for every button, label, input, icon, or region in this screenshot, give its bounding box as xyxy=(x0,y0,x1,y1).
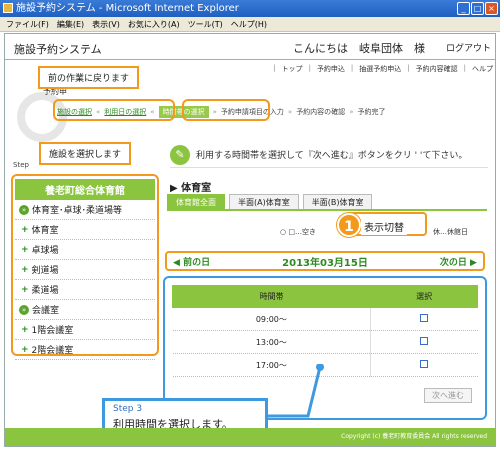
arrow-icon: » xyxy=(287,108,293,116)
time-cell: 13:00～ xyxy=(172,330,371,354)
callout-current-step-highlight xyxy=(182,99,270,121)
minimize-icon[interactable]: _ xyxy=(457,2,470,15)
menu-view[interactable]: 表示(V) xyxy=(92,17,120,31)
checkbox-icon[interactable] xyxy=(420,360,429,368)
plus-icon: + xyxy=(21,344,29,355)
sidebar-item-meeting-1f[interactable]: + 1階会議室 xyxy=(15,320,155,340)
greeting: こんにちは 岐阜団体 様 xyxy=(293,42,425,55)
window-titlebar: 施設予約システム - Microsoft Internet Explorer _… xyxy=(0,0,500,17)
legend-available: ○ □…空き xyxy=(280,228,316,236)
top-nav: | トップ | 予約申込 | 抽選予約申込 | 予約内容確認 | ヘルプ xyxy=(273,64,493,74)
tab-full[interactable]: 体育館全面 xyxy=(167,194,225,210)
col-select: 選択 xyxy=(370,285,478,308)
window-title: 施設予約システム - Microsoft Internet Explorer xyxy=(16,3,239,14)
callout-select-facility: 施設を選択します xyxy=(39,142,132,165)
tab-underline xyxy=(167,209,487,211)
sidebar-group-gym[interactable]: » 体育室･卓球･柔道場等 xyxy=(15,200,155,220)
prev-day-link[interactable]: ◀ 前の日 xyxy=(173,255,210,268)
sidebar-item-meeting-2f[interactable]: + 2階会議室 xyxy=(15,340,155,360)
instruction-text: 利用する時間帯を選択して『次へ進む』ボタンをクリ ' 'て下さい。 xyxy=(196,151,468,161)
site-header: 施設予約システム こんにちは 岐阜団体 様 ログアウト xyxy=(5,34,495,60)
step3-label: Step 3 xyxy=(113,404,143,414)
callout-pointer-icon xyxy=(268,364,324,418)
sidebar-item-judo[interactable]: + 柔道場 xyxy=(15,280,155,300)
tab-half-a[interactable]: 半面(A)体育室 xyxy=(229,194,299,210)
select-cell xyxy=(370,353,478,377)
pencil-icon: ✎ xyxy=(170,144,190,165)
day-navigation: ◀ 前の日 2013年03月15日 次の日 ▶ xyxy=(165,251,485,271)
footer-copyright: Copyright (c) 養老町教育委員会 All rights reserv… xyxy=(5,428,495,446)
instruction-bar: ✎ 利用する時間帯を選択して『次へ進む』ボタンをクリ ' 'て下さい。 xyxy=(170,142,488,168)
plus-icon: + xyxy=(21,244,29,255)
table-row: 13:00～ xyxy=(172,330,478,354)
step-complete: 予約完了 xyxy=(357,108,386,116)
nav-lottery[interactable]: 抽選予約申込 xyxy=(359,64,401,74)
time-cell: 09:00～ xyxy=(172,307,371,331)
step-label-left: Step xyxy=(13,161,29,169)
col-timeslot: 時間帯 xyxy=(171,285,372,308)
tab-half-b[interactable]: 半面(B)体育室 xyxy=(302,194,373,210)
nav-reserve[interactable]: 予約申込 xyxy=(317,64,345,74)
sidebar-group-meeting[interactable]: » 会議室 xyxy=(15,300,155,320)
checkbox-icon[interactable] xyxy=(420,314,429,322)
menu-file[interactable]: ファイル(F) xyxy=(6,17,49,31)
menu-edit[interactable]: 編集(E) xyxy=(57,17,84,31)
room-title: ▶ 体育室 xyxy=(170,183,212,194)
menu-favorites[interactable]: お気に入り(A) xyxy=(128,17,180,31)
plus-icon: + xyxy=(21,284,29,295)
nav-confirm[interactable]: 予約内容確認 xyxy=(416,64,458,74)
step-confirm: 予約内容の確認 xyxy=(296,108,346,116)
select-cell xyxy=(370,330,478,354)
sidebar-item-kendo[interactable]: + 剣道場 xyxy=(15,260,155,280)
menu-bar: ファイル(F) 編集(E) 表示(V) お気に入り(A) ツール(T) ヘルプ(… xyxy=(0,17,500,32)
menu-help[interactable]: ヘルプ(H) xyxy=(231,17,267,31)
callout-back-highlight xyxy=(53,99,175,121)
browser-page: 施設予約システム こんにちは 岐阜団体 様 ログアウト | トップ | 予約申込 |… xyxy=(4,33,496,447)
switch-label: 表示切替 xyxy=(361,218,407,235)
sidebar-title: 養老町総合体育館 xyxy=(15,179,155,200)
ie-icon xyxy=(3,3,13,13)
menu-tools[interactable]: ツール(T) xyxy=(188,17,223,31)
arrow-circle-icon: » xyxy=(19,204,29,215)
table-row: 09:00～ xyxy=(172,307,478,331)
nav-top[interactable]: トップ xyxy=(282,64,303,74)
legend-closed: 休…休館日 xyxy=(433,228,468,236)
facility-sidebar: 養老町総合体育館 » 体育室･卓球･柔道場等 + 体育室 + 卓球場 + 剣道場… xyxy=(15,179,155,360)
checkbox-icon[interactable] xyxy=(420,337,429,345)
logout-link[interactable]: ログアウト xyxy=(446,41,491,54)
nav-help[interactable]: ヘルプ xyxy=(472,64,493,74)
step-number-badge: 1 xyxy=(337,213,361,237)
plus-icon: + xyxy=(21,324,29,335)
window-controls: _ □ × xyxy=(457,2,498,15)
plus-icon: + xyxy=(21,264,29,275)
current-date: 2013年03月15日 xyxy=(282,257,368,269)
callout-back: 前の作業に戻ります xyxy=(38,66,140,89)
arrow-circle-icon: » xyxy=(19,304,29,315)
select-cell xyxy=(370,307,478,331)
next-day-link[interactable]: 次の日 ▶ xyxy=(440,255,477,268)
sidebar-item-gym[interactable]: + 体育室 xyxy=(15,220,155,240)
sidebar-item-table-tennis[interactable]: + 卓球場 xyxy=(15,240,155,260)
arrow-icon: » xyxy=(349,108,354,116)
plus-icon: + xyxy=(21,224,29,235)
next-button[interactable]: 次へ進む xyxy=(424,388,472,403)
maximize-icon[interactable]: □ xyxy=(471,2,484,15)
room-tabs: 体育館全面 半面(A)体育室 半面(B)体育室 xyxy=(167,194,373,210)
close-icon[interactable]: × xyxy=(485,2,498,15)
system-title: 施設予約システム xyxy=(14,43,102,56)
